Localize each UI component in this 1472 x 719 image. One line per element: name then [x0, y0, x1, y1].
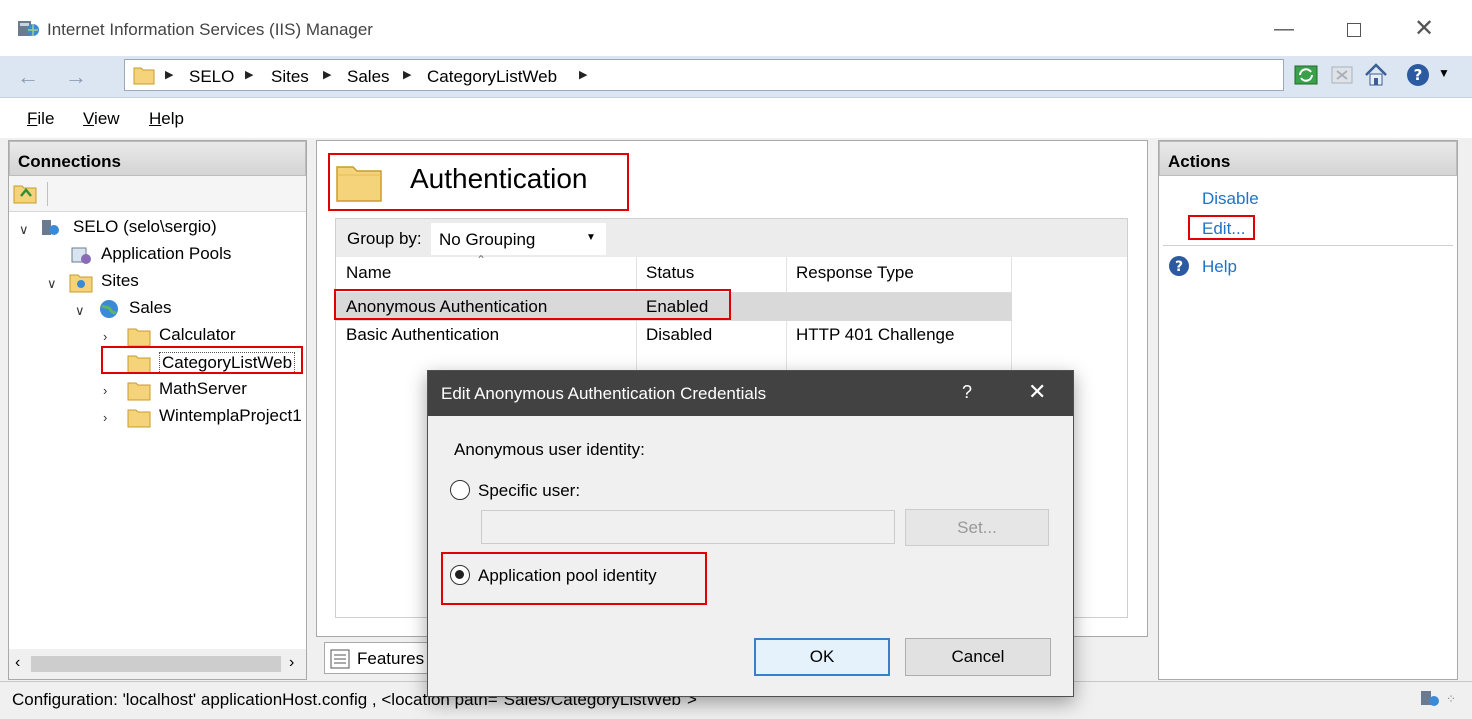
connection-status-icon	[1421, 691, 1439, 706]
chevron-right-icon[interactable]: ›	[103, 329, 107, 344]
menu-file[interactable]: File	[27, 109, 54, 129]
crumb-sites[interactable]: Sites	[271, 67, 309, 87]
address-bar: ← → ▶ SELO ▶ Sites ▶ Sales ▶ CategoryLis…	[0, 56, 1472, 98]
folder-icon	[133, 67, 155, 85]
tab-features-view[interactable]: Features	[324, 642, 434, 674]
edit-anonymous-credentials-dialog: Edit Anonymous Authentication Credential…	[427, 370, 1074, 697]
dialog-title-bar: Edit Anonymous Authentication Credential…	[428, 371, 1073, 416]
chevron-right-icon[interactable]: ›	[103, 383, 107, 398]
features-view-icon	[330, 649, 350, 669]
connections-horizontal-scrollbar[interactable]: ‹ ›	[9, 649, 306, 679]
svg-text:?: ?	[1414, 66, 1423, 84]
chevron-down-icon[interactable]: ∨	[19, 222, 29, 238]
dialog-title: Edit Anonymous Authentication Credential…	[441, 384, 767, 403]
group-by-label: Group by:	[347, 229, 422, 248]
dropdown-arrow-icon: ▼	[586, 232, 596, 243]
chevron-down-icon[interactable]: ∨	[47, 276, 57, 292]
scroll-right-icon[interactable]: ›	[289, 654, 294, 672]
breadcrumb-separator-icon: ▶	[323, 69, 332, 81]
set-button[interactable]: Set...	[905, 509, 1049, 546]
tree-item-sites[interactable]: Sites	[101, 271, 139, 291]
column-name[interactable]: Name	[346, 263, 391, 283]
scrollbar-thumb[interactable]	[31, 656, 281, 672]
window-title: Internet Information Services (IIS) Mana…	[47, 20, 373, 39]
highlight-authentication-title	[328, 153, 629, 211]
breadcrumb-separator-icon: ▶	[403, 69, 412, 81]
stop-icon[interactable]	[1328, 61, 1356, 89]
cancel-button[interactable]: Cancel	[905, 638, 1051, 676]
highlight-anonymous-row	[334, 289, 731, 320]
crumb-sales[interactable]: Sales	[347, 67, 390, 87]
title-bar: Internet Information Services (IIS) Mana…	[0, 0, 1472, 56]
crumb-categorylistweb[interactable]: CategoryListWeb	[427, 67, 557, 87]
menu-help[interactable]: Help	[149, 109, 184, 129]
column-response-type[interactable]: Response Type	[796, 263, 914, 283]
home-icon[interactable]	[1362, 61, 1390, 89]
help-action[interactable]: Help	[1202, 257, 1237, 277]
highlight-app-pool-identity	[441, 552, 707, 605]
actions-header: Actions	[1159, 141, 1457, 176]
folder-icon	[127, 328, 151, 347]
tree-item-mathserver[interactable]: MathServer	[159, 379, 247, 399]
tree-item-sales[interactable]: Sales	[129, 298, 172, 318]
breadcrumb[interactable]: ▶ SELO ▶ Sites ▶ Sales ▶ CategoryListWeb…	[124, 59, 1284, 91]
chevron-right-icon[interactable]: ›	[103, 410, 107, 425]
highlight-categorylistweb	[101, 346, 303, 374]
crumb-selo[interactable]: SELO	[189, 67, 234, 87]
help-icon: ?	[1169, 256, 1189, 276]
server-icon	[42, 220, 59, 235]
forward-arrow-icon: →	[65, 64, 87, 89]
maximize-button[interactable]	[1334, 14, 1374, 44]
tree-item-server[interactable]: SELO (selo\sergio)	[73, 217, 217, 237]
breadcrumb-separator-icon: ▶	[165, 69, 174, 81]
maximize-icon	[1347, 22, 1361, 37]
tree-item-application-pools[interactable]: Application Pools	[101, 244, 231, 264]
breadcrumb-separator-icon: ▶	[579, 69, 588, 81]
help-dropdown-icon[interactable]: ▼	[1438, 66, 1450, 80]
refresh-icon[interactable]	[1292, 61, 1320, 89]
group-by-select[interactable]: No Grouping ▼	[431, 223, 606, 255]
tree-item-wintemplaproject1[interactable]: WintemplaProject1	[159, 406, 302, 425]
resize-grip-icon[interactable]: ⁘	[1446, 692, 1456, 706]
connections-panel: Connections ∨ SELO (selo\sergio) Applica…	[8, 140, 307, 680]
folder-icon	[127, 382, 151, 401]
forward-button[interactable]: →	[60, 64, 92, 92]
specific-user-label[interactable]: Specific user:	[478, 481, 580, 501]
toolbar-divider	[47, 182, 48, 206]
chevron-down-icon[interactable]: ∨	[75, 303, 85, 319]
connections-tree: ∨ SELO (selo\sergio) Application Pools ∨…	[9, 213, 306, 649]
svg-text:?: ?	[1175, 259, 1183, 275]
connections-toolbar	[9, 176, 306, 212]
folder-icon	[127, 409, 151, 428]
breadcrumb-separator-icon: ▶	[245, 69, 254, 81]
connections-header: Connections	[9, 141, 306, 176]
help-icon[interactable]: ?	[1404, 61, 1432, 89]
sort-ascending-icon: ⌃	[476, 253, 487, 267]
back-button[interactable]: ←	[12, 64, 44, 92]
scroll-left-icon[interactable]: ‹	[15, 654, 20, 672]
tree-item-calculator[interactable]: Calculator	[159, 325, 236, 345]
specific-user-radio[interactable]	[450, 480, 470, 500]
back-arrow-icon: ←	[17, 64, 39, 89]
close-button[interactable]: ✕	[1404, 14, 1444, 44]
dialog-help-button[interactable]: ?	[962, 382, 972, 403]
disable-action[interactable]: Disable	[1202, 189, 1259, 209]
sites-folder-icon	[69, 274, 93, 293]
dialog-close-button[interactable]: ✕	[1028, 379, 1046, 405]
highlight-edit-action	[1188, 215, 1255, 240]
table-row[interactable]: Basic Authentication Disabled HTTP 401 C…	[336, 322, 1012, 350]
menu-bar: File View Help	[0, 98, 1472, 138]
identity-label: Anonymous user identity:	[454, 440, 645, 459]
application-pools-icon	[71, 247, 91, 264]
globe-icon	[100, 300, 118, 318]
ok-button[interactable]: OK	[754, 638, 890, 676]
group-by-bar: Group by: No Grouping ▼	[336, 219, 1127, 257]
iis-app-icon	[18, 21, 39, 36]
column-status[interactable]: Status	[646, 263, 694, 283]
connect-folder-icon[interactable]	[13, 182, 37, 204]
specific-user-input[interactable]	[481, 510, 895, 544]
menu-view[interactable]: View	[83, 109, 120, 129]
minimize-button[interactable]: —	[1264, 14, 1304, 44]
actions-divider	[1163, 245, 1453, 246]
